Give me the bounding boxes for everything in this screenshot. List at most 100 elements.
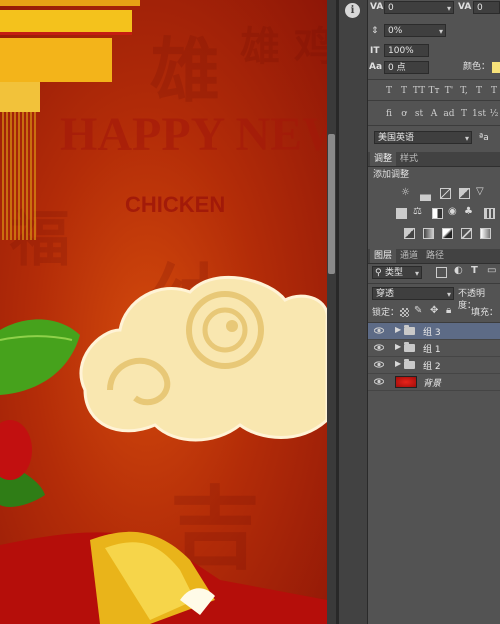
- posterize-icon[interactable]: [423, 228, 434, 239]
- selective-color-icon[interactable]: [461, 228, 472, 239]
- vibrance-icon[interactable]: ▽: [476, 186, 484, 198]
- opentype-button-3[interactable]: A: [427, 108, 441, 120]
- lock-brush-icon[interactable]: ✎: [414, 305, 422, 317]
- language-select[interactable]: 美国英语: [374, 131, 472, 145]
- vertical-shift-icon: ⇕: [371, 26, 379, 36]
- folder-icon: [404, 325, 415, 335]
- visibility-eye-icon[interactable]: [373, 343, 385, 352]
- layer-row[interactable]: ▶ 组 3: [368, 323, 500, 340]
- type-style-button-6[interactable]: T: [472, 85, 486, 97]
- layer-name[interactable]: 组 1: [423, 342, 441, 355]
- poster-artwork: 雄 雄 鸡 福 纳 吉 HAPPY NEW CHICKEN: [0, 0, 327, 624]
- folder-icon: [404, 342, 415, 352]
- info-icon[interactable]: i: [345, 3, 360, 18]
- layers-tabbar: 图层 通道 路径: [368, 249, 500, 264]
- tracking-field[interactable]: 0: [384, 1, 454, 15]
- layer-list-empty-area: [368, 394, 500, 624]
- layer-row[interactable]: ▶ 组 2: [368, 357, 500, 374]
- scale-field[interactable]: 100%: [384, 44, 429, 57]
- scale-icon: IT: [370, 46, 380, 56]
- tracking-icon: VA: [370, 2, 384, 12]
- layer-filter-label: 类型: [385, 268, 404, 278]
- type-style-button-2[interactable]: TT: [412, 85, 426, 97]
- invert-icon[interactable]: [404, 228, 415, 239]
- poster-text-chicken: CHICKEN: [125, 192, 225, 217]
- type-style-button-3[interactable]: Tт: [427, 85, 441, 97]
- expand-arrow-icon[interactable]: ▶: [395, 342, 401, 351]
- filter-pixel-icon[interactable]: [436, 267, 447, 278]
- color-swatch[interactable]: [492, 62, 500, 73]
- type-style-button-4[interactable]: T': [442, 85, 456, 97]
- levels-icon[interactable]: [420, 188, 431, 201]
- brightness-icon[interactable]: ☼: [401, 187, 410, 199]
- scrollbar-thumb[interactable]: [328, 134, 335, 274]
- adjustments-tabbar: 调整 样式: [368, 152, 500, 167]
- expand-arrow-icon[interactable]: ▶: [395, 325, 401, 334]
- color-balance-icon[interactable]: ⚖: [413, 206, 422, 218]
- baseline-icon: Aa: [369, 62, 383, 72]
- tab-adjustments[interactable]: 调整: [370, 152, 397, 166]
- color-lookup-icon[interactable]: [484, 208, 495, 219]
- type-style-button-7[interactable]: T: [487, 85, 500, 97]
- channel-mixer-icon[interactable]: ♣: [464, 206, 473, 218]
- opentype-button-5[interactable]: T: [457, 108, 471, 120]
- svg-text:雄: 雄: [150, 29, 220, 112]
- opentype-button-2[interactable]: st: [412, 108, 426, 120]
- baseline-field[interactable]: 0 点: [384, 61, 429, 74]
- adjustments-header: 添加调整: [373, 170, 410, 180]
- visibility-eye-icon[interactable]: [373, 377, 385, 386]
- anti-alias-icon[interactable]: ªa: [479, 132, 489, 144]
- type-style-button-5[interactable]: T,: [457, 85, 471, 97]
- kerning-icon: VA: [458, 2, 472, 12]
- canvas-vertical-scrollbar[interactable]: [327, 0, 336, 624]
- visibility-eye-icon[interactable]: [373, 360, 385, 369]
- exposure-icon[interactable]: [459, 188, 470, 199]
- layer-name[interactable]: 组 3: [423, 325, 441, 338]
- color-label: 颜色：: [463, 62, 491, 72]
- lock-transparent-icon[interactable]: [400, 308, 409, 317]
- photo-filter-icon[interactable]: ◉: [448, 206, 457, 218]
- poster-text-happy-new: HAPPY NEW: [60, 108, 327, 161]
- black-white-icon[interactable]: [432, 208, 443, 219]
- tab-paths[interactable]: 路径: [422, 249, 448, 263]
- tab-styles[interactable]: 样式: [396, 152, 422, 166]
- opentype-button-0[interactable]: fi: [382, 108, 396, 120]
- tab-layers[interactable]: 图层: [370, 249, 397, 263]
- visibility-eye-icon[interactable]: [373, 326, 385, 335]
- document-canvas[interactable]: 雄 雄 鸡 福 纳 吉 HAPPY NEW CHICKEN: [0, 0, 327, 624]
- opentype-button-1[interactable]: ơ: [397, 108, 411, 120]
- opentype-button-6[interactable]: 1st: [472, 108, 486, 120]
- opentype-button-4[interactable]: ad: [442, 108, 456, 120]
- collapsed-panel-strip: i: [339, 0, 368, 624]
- layer-filter-select[interactable]: ⚲ 类型: [372, 266, 422, 280]
- opentype-button-7[interactable]: ½: [487, 108, 500, 120]
- threshold-icon[interactable]: [442, 228, 453, 239]
- kerning-field[interactable]: 0: [473, 1, 500, 14]
- svg-text:福: 福: [9, 205, 70, 275]
- type-style-button-0[interactable]: T: [382, 85, 396, 97]
- search-icon: ⚲: [375, 268, 382, 278]
- folder-icon: [404, 359, 415, 369]
- lock-all-icon[interactable]: 🔒︎: [446, 305, 451, 317]
- layer-name[interactable]: 背景: [423, 376, 441, 389]
- fill-label: 填充：: [471, 308, 499, 318]
- lock-position-icon[interactable]: ✥: [430, 305, 438, 317]
- layer-row[interactable]: ▶ 组 1: [368, 340, 500, 357]
- vertical-shift-field[interactable]: 0%: [384, 24, 446, 38]
- curves-icon[interactable]: [440, 188, 451, 199]
- hue-saturation-icon[interactable]: [396, 208, 407, 219]
- lock-label: 锁定：: [372, 308, 400, 318]
- gradient-map-icon[interactable]: [480, 228, 491, 239]
- blend-mode-select[interactable]: 穿透: [372, 287, 454, 301]
- type-style-button-1[interactable]: T: [397, 85, 411, 97]
- tab-channels[interactable]: 通道: [396, 249, 422, 263]
- layer-name[interactable]: 组 2: [423, 359, 441, 372]
- filter-shape-icon[interactable]: ▭: [487, 265, 496, 277]
- layer-row[interactable]: 背景: [368, 374, 500, 391]
- svg-text:雄 鸡: 雄 鸡: [240, 23, 327, 70]
- filter-type-icon[interactable]: T: [471, 265, 478, 277]
- layer-thumbnail: [395, 376, 417, 388]
- panel-dock: VA 0 VA 0 ⇕ 0% IT 100% Aa 0 点 颜色： TTTTTт…: [368, 0, 500, 624]
- expand-arrow-icon[interactable]: ▶: [395, 359, 401, 368]
- filter-adjustment-icon[interactable]: ◐: [454, 265, 463, 277]
